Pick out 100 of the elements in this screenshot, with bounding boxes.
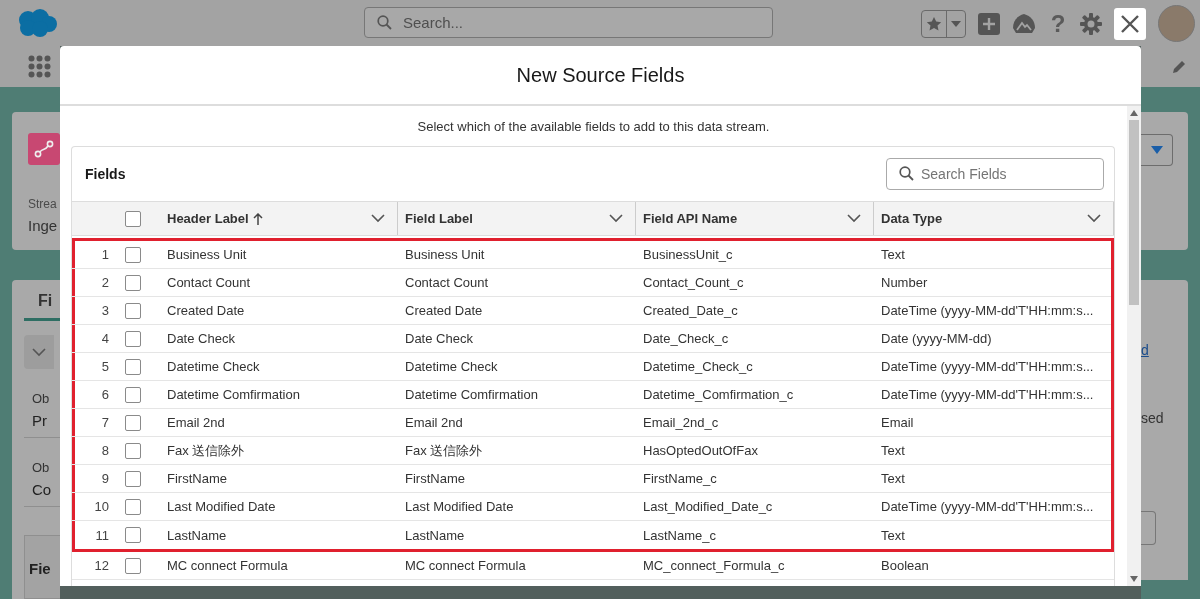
- table-cell-text: Created_Date_c: [642, 303, 739, 318]
- caret-icon: [1150, 146, 1163, 154]
- row-number: 10: [93, 499, 110, 514]
- table-cell-text: Email 2nd: [166, 415, 226, 430]
- table-cell-text: Created Date: [166, 303, 246, 318]
- table-cell-text: Datetime Check: [166, 359, 261, 374]
- checkbox[interactable]: [125, 414, 141, 431]
- scrollbar[interactable]: [1127, 106, 1141, 586]
- table-cell-text: Last Modified Date: [404, 499, 515, 514]
- chevron-down-icon[interactable]: [609, 214, 623, 223]
- field-label: Ob: [31, 460, 50, 475]
- scroll-down-arrow-icon[interactable]: [1130, 576, 1138, 582]
- table-cell-text: DateTime (yyyy-MM-dd'T'HH:mm:s...: [880, 359, 1095, 374]
- link[interactable]: d: [1141, 342, 1188, 358]
- avatar[interactable]: [1158, 5, 1195, 42]
- chevron-down-icon[interactable]: [847, 214, 861, 223]
- checkbox[interactable]: [125, 246, 141, 263]
- table-cell-text: Business Unit: [166, 247, 248, 262]
- star-icon: [926, 15, 942, 32]
- table-cell-text: Boolean: [880, 558, 930, 573]
- modal-title: New Source Fields: [60, 46, 1141, 106]
- chevron-down-icon[interactable]: [371, 214, 385, 223]
- checkbox[interactable]: [125, 442, 141, 459]
- table-cell-text: Created Date: [404, 303, 484, 318]
- table-cell-text: Fax 送信除外: [404, 441, 484, 460]
- row-number: 5: [100, 359, 110, 374]
- table-cell-text: Email 2nd: [404, 415, 464, 430]
- checkbox[interactable]: [125, 386, 141, 403]
- chevron-down-icon[interactable]: [1087, 214, 1101, 223]
- pencil-icon[interactable]: [1172, 59, 1186, 74]
- field-value: Co: [31, 481, 52, 500]
- table-cell-text: FirstName: [166, 471, 228, 486]
- expand-button[interactable]: [24, 335, 54, 369]
- global-search-field[interactable]: Search...: [364, 7, 773, 38]
- field-text: sed: [1141, 410, 1165, 426]
- mountain-icon[interactable]: [1012, 12, 1036, 35]
- checkbox[interactable]: [125, 498, 141, 515]
- row-number: 9: [100, 471, 110, 486]
- column-header[interactable]: Data Type: [874, 202, 1114, 235]
- table-cell-text: LastName: [404, 527, 466, 543]
- table-cell-text: Last_Modified_Date_c: [642, 499, 774, 514]
- table-cell-text: FirstName_c: [642, 471, 718, 486]
- checkbox[interactable]: [125, 358, 141, 375]
- row-number: 8: [100, 443, 110, 458]
- row-number: 3: [100, 303, 110, 318]
- table-cell-text: Contact_Count_c: [642, 275, 745, 290]
- column-header[interactable]: Field Label: [398, 202, 636, 235]
- plus-icon[interactable]: [978, 12, 1000, 35]
- row-number: 12: [93, 558, 110, 573]
- column-header[interactable]: Header Label: [160, 202, 398, 235]
- scroll-up-arrow-icon[interactable]: [1130, 110, 1138, 116]
- table-cell-text: DateTime (yyyy-MM-dd'T'HH:mm:s...: [880, 303, 1095, 318]
- table-cell-text: Datetime Check: [404, 359, 499, 374]
- card-title: Fields: [85, 166, 126, 182]
- table-cell-text: Email: [880, 415, 915, 430]
- settings-icon[interactable]: [1080, 12, 1102, 35]
- row-number: 1: [100, 247, 110, 262]
- table-cell-text: Text: [880, 443, 906, 458]
- checkbox[interactable]: [125, 557, 141, 574]
- table-cell-text: MC connect Formula: [404, 558, 527, 573]
- table-cell-text: DateTime (yyyy-MM-dd'T'HH:mm:s...: [880, 499, 1095, 514]
- table-cell-text: Datetime Comfirmation: [404, 387, 539, 402]
- checkbox[interactable]: [125, 274, 141, 291]
- table-cell-text: HasOptedOutOfFax: [642, 443, 759, 458]
- table-cell-text: Contact Count: [404, 275, 490, 290]
- field-value: Pr: [31, 412, 47, 431]
- caret-icon: [951, 20, 961, 27]
- checkbox[interactable]: [125, 527, 141, 543]
- table-cell-text: Text: [880, 471, 906, 486]
- column-header[interactable]: Field API Name: [636, 202, 874, 235]
- table-cell-text: Datetime_Check_c: [642, 359, 754, 374]
- table-cell-text: Date (yyyy-MM-dd): [880, 331, 993, 346]
- app-launcher-icon[interactable]: [28, 55, 51, 78]
- table-cell-text: MC connect Formula: [166, 558, 289, 573]
- favorites-button[interactable]: [921, 9, 966, 38]
- table-cell-text: Datetime_Comfirmation_c: [642, 387, 795, 402]
- close-button[interactable]: [1114, 7, 1146, 40]
- chevron-down-icon[interactable]: [32, 347, 46, 357]
- checkbox[interactable]: [125, 302, 141, 319]
- field-label: Strea: [28, 197, 58, 211]
- close-icon: [1121, 14, 1139, 33]
- table-cell-text: Datetime Comfirmation: [166, 387, 301, 402]
- table-cell-text: Date Check: [166, 331, 236, 346]
- checkbox[interactable]: [125, 470, 141, 487]
- table-cell-text: Text: [880, 527, 906, 543]
- section-title: Fie: [24, 535, 60, 599]
- row-number: 7: [100, 415, 110, 430]
- table-cell-text: Fax 送信除外: [166, 441, 246, 460]
- search-field[interactable]: Search Fields: [886, 158, 1104, 190]
- checkbox[interactable]: [125, 330, 141, 347]
- data-stream-icon: [28, 133, 60, 165]
- table-cell-text: Last Modified Date: [166, 499, 277, 514]
- checkbox[interactable]: [125, 210, 141, 227]
- description-text: Select which of the available fields to add to this data stream.: [416, 117, 771, 136]
- table-cell-text: BusinessUnit_c: [642, 247, 734, 262]
- button[interactable]: [1141, 511, 1156, 545]
- table-cell-text: Number: [880, 275, 929, 290]
- dropdown-button[interactable]: [1141, 134, 1173, 166]
- cloud-logo[interactable]: [16, 8, 58, 38]
- table-cell-text: Date_Check_c: [642, 331, 730, 346]
